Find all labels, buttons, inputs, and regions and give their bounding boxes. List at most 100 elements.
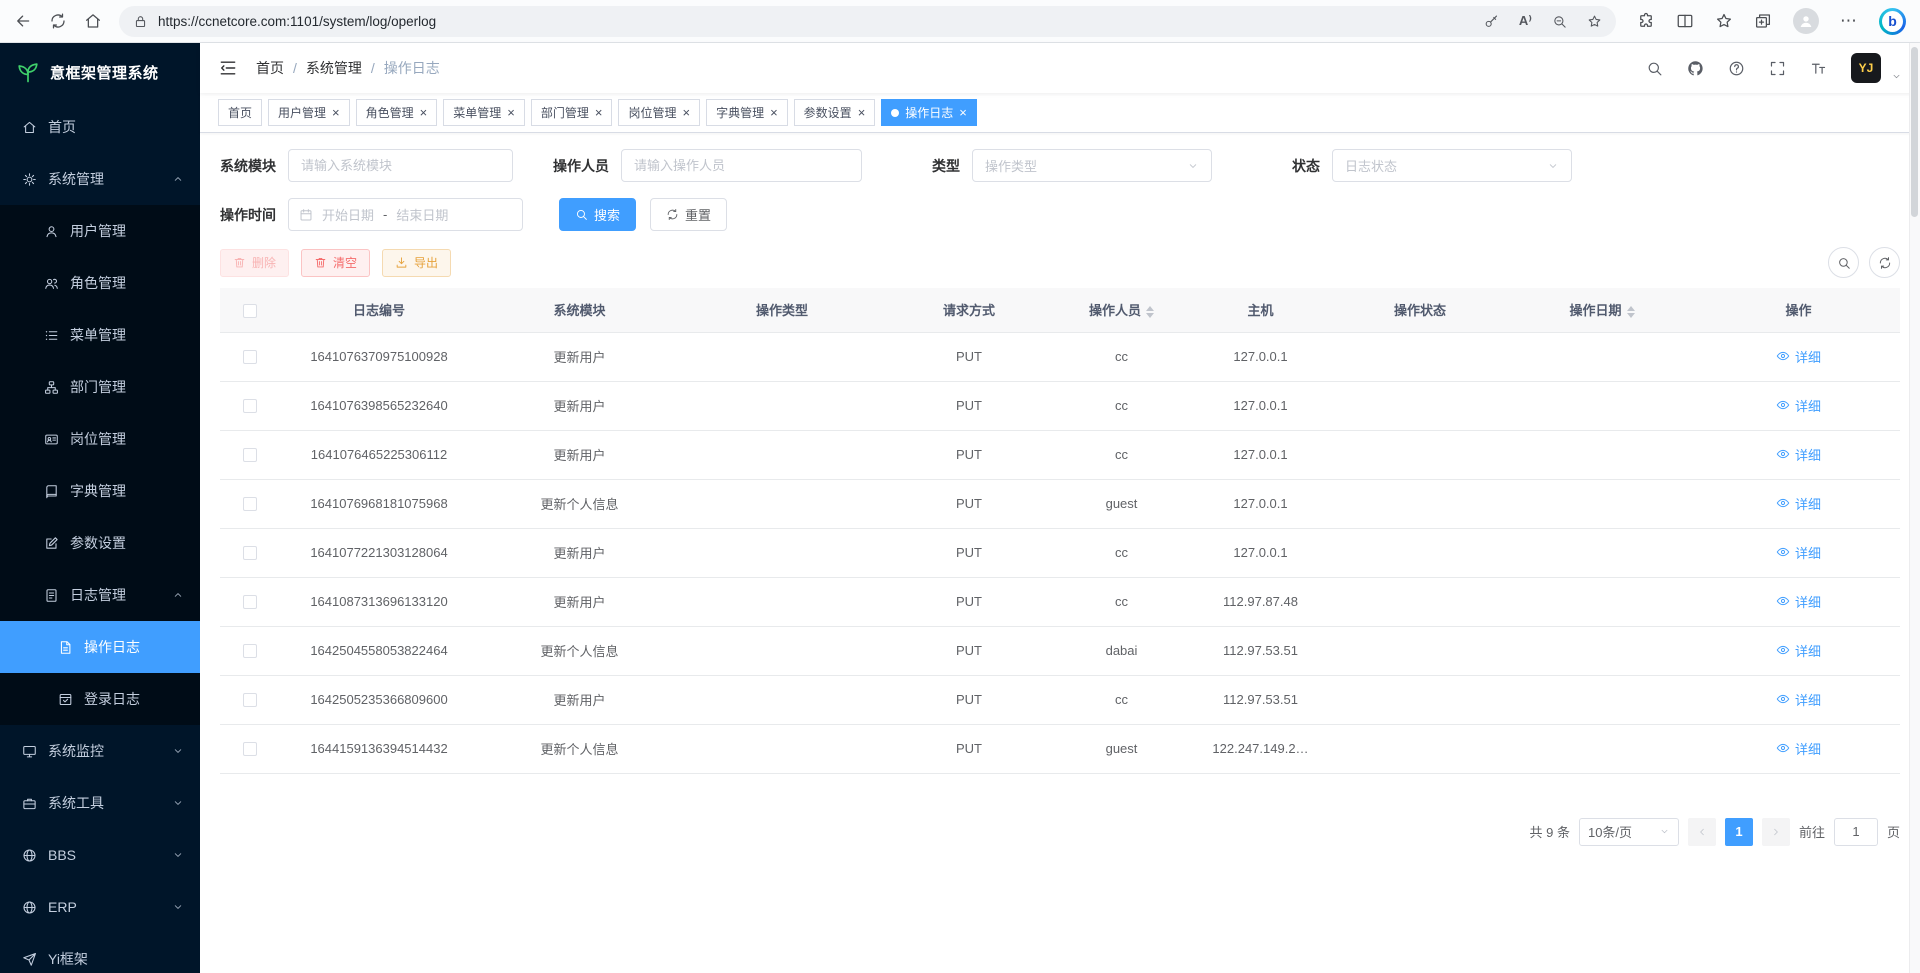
close-icon[interactable]: × (682, 106, 690, 119)
detail-link[interactable]: 详细 (1776, 543, 1821, 562)
collections-icon[interactable] (1754, 12, 1772, 30)
zoom-out-icon[interactable] (1552, 14, 1567, 29)
github-icon[interactable] (1687, 60, 1704, 77)
detail-link[interactable]: 详细 (1776, 592, 1821, 611)
sidebar-item-post[interactable]: 岗位管理 (0, 413, 200, 465)
sidebar-item-log[interactable]: 日志管理 (0, 569, 200, 621)
breadcrumb-system[interactable]: 系统管理 (306, 58, 362, 78)
url-text[interactable]: https://ccnetcore.com:1101/system/log/op… (158, 14, 1474, 29)
current-page[interactable]: 1 (1725, 818, 1753, 846)
tab-2[interactable]: 角色管理 × (356, 99, 438, 126)
sidebar-item-bbs[interactable]: BBS (0, 829, 200, 881)
row-checkbox[interactable] (243, 399, 257, 413)
sidebar-item-dept[interactable]: 部门管理 (0, 361, 200, 413)
detail-link[interactable]: 详细 (1776, 641, 1821, 660)
row-checkbox[interactable] (243, 448, 257, 462)
row-checkbox[interactable] (243, 546, 257, 560)
sidebar-item-menu[interactable]: 菜单管理 (0, 309, 200, 361)
column-header[interactable]: 操作日期 (1507, 288, 1697, 332)
bing-icon[interactable]: b (1879, 8, 1906, 35)
row-checkbox[interactable] (243, 595, 257, 609)
type-select[interactable]: 操作类型 (972, 149, 1212, 182)
sidebar-item-erp[interactable]: ERP (0, 881, 200, 933)
detail-link[interactable]: 详细 (1776, 690, 1821, 709)
sidebar-item-operlog[interactable]: 操作日志 (0, 621, 200, 673)
detail-link[interactable]: 详细 (1776, 739, 1821, 758)
font-size-icon[interactable] (1810, 60, 1827, 77)
clear-button[interactable]: 清空 (301, 249, 370, 277)
export-button[interactable]: 导出 (382, 249, 451, 277)
address-bar[interactable]: https://ccnetcore.com:1101/system/log/op… (119, 6, 1616, 37)
close-icon[interactable]: × (332, 106, 340, 119)
next-page-button[interactable] (1762, 818, 1790, 846)
browser-home-icon[interactable] (84, 12, 102, 30)
close-icon[interactable]: × (595, 106, 603, 119)
search-button[interactable]: 搜索 (559, 198, 636, 231)
close-icon[interactable]: × (770, 106, 778, 119)
tab-5[interactable]: 岗位管理 × (618, 99, 700, 126)
sidebar-item-home[interactable]: 首页 (0, 101, 200, 153)
select-all-checkbox[interactable] (243, 304, 257, 318)
sort-icon[interactable] (1146, 306, 1154, 318)
back-icon[interactable] (14, 12, 32, 30)
sidebar-item-monitor[interactable]: 系统监控 (0, 725, 200, 777)
favorites-add-icon[interactable] (1587, 14, 1602, 29)
prev-page-button[interactable] (1688, 818, 1716, 846)
tab-8[interactable]: 操作日志 × (881, 99, 977, 126)
row-checkbox[interactable] (243, 644, 257, 658)
date-range-picker[interactable]: 开始日期 - 结束日期 (288, 198, 523, 231)
detail-link[interactable]: 详细 (1776, 396, 1821, 415)
sidebar-item-tool[interactable]: 系统工具 (0, 777, 200, 829)
reload-icon[interactable] (49, 12, 67, 30)
detail-link[interactable]: 详细 (1776, 445, 1821, 464)
detail-link[interactable]: 详细 (1776, 347, 1821, 366)
sidebar-item-dict[interactable]: 字典管理 (0, 465, 200, 517)
sidebar-toggle-icon[interactable] (218, 58, 238, 78)
status-select[interactable]: 日志状态 (1332, 149, 1572, 182)
row-checkbox[interactable] (243, 742, 257, 756)
delete-button[interactable]: 删除 (220, 249, 289, 277)
profile-avatar[interactable] (1793, 8, 1819, 34)
close-icon[interactable]: × (507, 106, 515, 119)
reset-button[interactable]: 重置 (650, 198, 727, 231)
tab-6[interactable]: 字典管理 × (706, 99, 788, 126)
read-aloud-icon[interactable]: A⁾ (1519, 13, 1532, 29)
row-checkbox[interactable] (243, 693, 257, 707)
tab-3[interactable]: 菜单管理 × (443, 99, 525, 126)
split-screen-icon[interactable] (1676, 12, 1694, 30)
sidebar-item-role[interactable]: 角色管理 (0, 257, 200, 309)
row-checkbox[interactable] (243, 350, 257, 364)
close-icon[interactable]: × (420, 106, 428, 119)
sort-icon[interactable] (1627, 306, 1635, 318)
toggle-search-button[interactable] (1828, 247, 1859, 278)
tab-7[interactable]: 参数设置 × (794, 99, 876, 126)
tab-1[interactable]: 用户管理 × (268, 99, 350, 126)
column-header[interactable]: 操作人员 (1055, 288, 1188, 332)
user-caret-icon[interactable] (1891, 71, 1902, 82)
password-key-icon[interactable] (1484, 14, 1499, 29)
page-size-select[interactable]: 10条/页 (1579, 818, 1679, 846)
favorites-icon[interactable] (1715, 12, 1733, 30)
help-icon[interactable] (1728, 60, 1745, 77)
refresh-table-button[interactable] (1869, 247, 1900, 278)
tab-4[interactable]: 部门管理 × (531, 99, 613, 126)
sidebar-item-system[interactable]: 系统管理 (0, 153, 200, 205)
scrollbar-thumb[interactable] (1911, 47, 1918, 217)
tab-0[interactable]: 首页 (218, 99, 262, 126)
detail-link[interactable]: 详细 (1776, 494, 1821, 513)
sidebar-item-user[interactable]: 用户管理 (0, 205, 200, 257)
scrollbar[interactable] (1909, 43, 1920, 973)
close-icon[interactable]: × (959, 106, 967, 119)
row-checkbox[interactable] (243, 497, 257, 511)
sidebar-item-loginlog[interactable]: 登录日志 (0, 673, 200, 725)
fullscreen-icon[interactable] (1769, 60, 1786, 77)
close-icon[interactable]: × (858, 106, 866, 119)
sidebar-item-yiframe[interactable]: Yi框架 (0, 933, 200, 973)
extensions-icon[interactable] (1637, 12, 1655, 30)
more-menu-icon[interactable]: ⋯ (1840, 11, 1858, 31)
operator-input[interactable] (621, 149, 862, 182)
user-avatar[interactable]: YJ (1851, 53, 1881, 83)
search-icon[interactable] (1646, 60, 1663, 77)
sidebar-item-config[interactable]: 参数设置 (0, 517, 200, 569)
module-input[interactable] (288, 149, 513, 182)
